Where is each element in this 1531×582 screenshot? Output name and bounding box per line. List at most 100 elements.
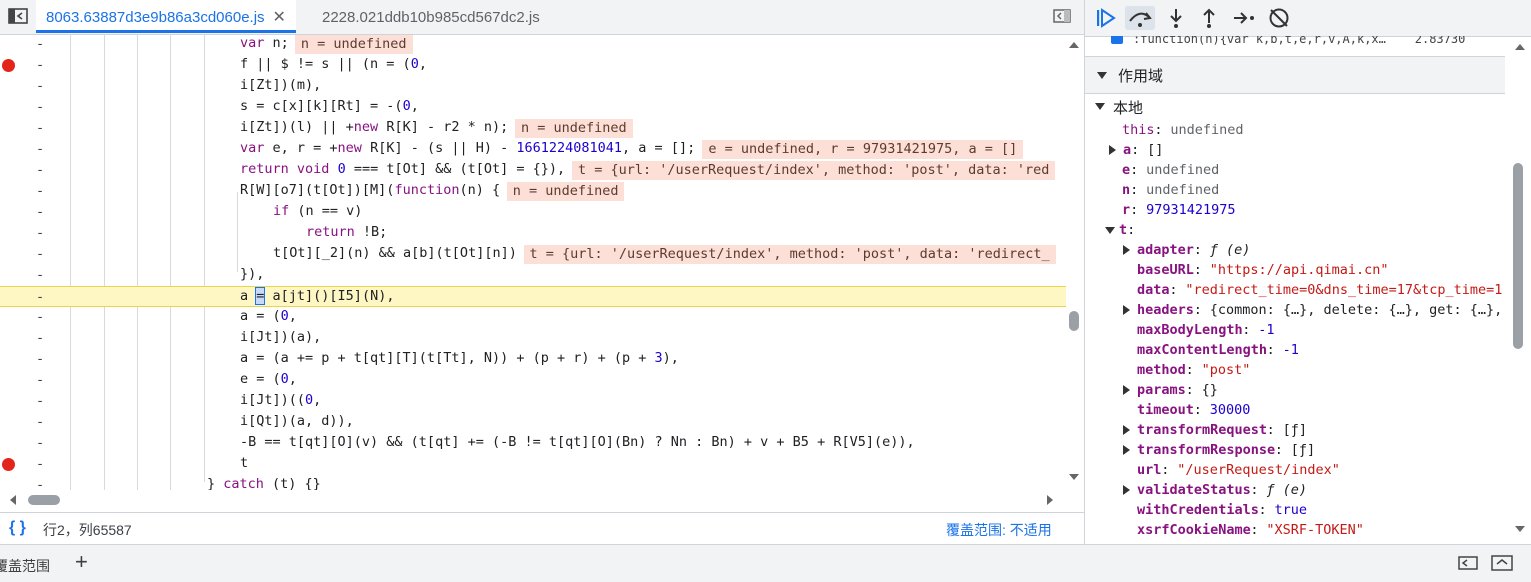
- resume-icon[interactable]: [1094, 6, 1118, 30]
- source-editor-pane: 8063.63887d3e9b86a3cd060e.js ✕ 2228.021dd…: [0, 0, 1085, 545]
- line-number[interactable]: -: [36, 99, 44, 115]
- editor-horizontal-scrollbar[interactable]: [0, 490, 1066, 510]
- variable-name: adapter: [1137, 242, 1194, 258]
- horizontal-scroll-thumb[interactable]: [28, 495, 60, 505]
- line-number[interactable]: -: [36, 289, 44, 305]
- scroll-down-icon[interactable]: [1068, 472, 1080, 482]
- step-out-icon[interactable]: [1197, 6, 1221, 30]
- code-text: a = a[jt]()[I5](N),: [240, 287, 395, 305]
- coverage-status[interactable]: 覆盖范围: 不适用: [946, 520, 1052, 540]
- tab-active-file[interactable]: 8063.63887d3e9b86a3cd060e.js ✕: [36, 0, 296, 33]
- code-line[interactable]: - var n; n = undefined: [0, 34, 1066, 55]
- tab-close-icon[interactable]: ✕: [273, 9, 286, 26]
- step-over-icon[interactable]: [1125, 6, 1155, 30]
- inline-variable-value: t = {url: '/userRequest/index', method: …: [523, 245, 1056, 264]
- code-line[interactable]: - a = a[jt]()[I5](N),: [0, 286, 1066, 307]
- code-line[interactable]: -} catch (t) {}: [0, 475, 1066, 490]
- code-line[interactable]: - i[Zt])(m),: [0, 76, 1066, 97]
- add-tab-button[interactable]: +: [75, 549, 88, 575]
- chevron-right-icon[interactable]: [1123, 245, 1130, 255]
- scroll-right-icon[interactable]: [1045, 494, 1055, 506]
- chevron-right-icon[interactable]: [1123, 425, 1130, 435]
- code-line[interactable]: - a = (a += p + t[qt][T](t[Tt], N)) + (p …: [0, 349, 1066, 370]
- chevron-down-icon[interactable]: [1105, 227, 1115, 234]
- breakpoint-icon[interactable]: [2, 458, 15, 471]
- scope-section-header[interactable]: 作用域: [1085, 56, 1505, 94]
- tab-second-file[interactable]: 2228.021ddb10b985cd567dc2.js: [312, 0, 550, 33]
- code-text: i[Zt])(l) || +new R[K] - r2 * n);: [240, 119, 509, 135]
- line-number[interactable]: -: [36, 246, 44, 262]
- code-line[interactable]: - i[Zt])(l) || +new R[K] - r2 * n); n = un…: [0, 118, 1066, 139]
- code-area[interactable]: - var n; n = undefined - f || $ != s || (n =…: [0, 34, 1066, 490]
- debugger-toolbar: [1085, 0, 1531, 37]
- step-icon[interactable]: [1231, 6, 1255, 30]
- step-into-icon[interactable]: [1164, 6, 1188, 30]
- code-line[interactable]: - a = (0,: [0, 307, 1066, 328]
- line-number[interactable]: -: [36, 162, 44, 178]
- breakpoint-icon[interactable]: [2, 59, 15, 72]
- line-number[interactable]: -: [36, 351, 44, 367]
- line-number[interactable]: -: [36, 309, 44, 325]
- scroll-left-icon[interactable]: [8, 494, 18, 506]
- scroll-up-icon[interactable]: [1514, 42, 1526, 52]
- code-line[interactable]: - i[Jt])((0,: [0, 391, 1066, 412]
- call-stack-item[interactable]: :function(n){var k,b,t,e,r,v,A,k,x… 2.83…: [1085, 36, 1505, 50]
- code-line[interactable]: - R[W][o7](t[Ot])[M](function(n) {n = und…: [0, 181, 1066, 202]
- line-number[interactable]: -: [36, 414, 44, 430]
- code-line[interactable]: - t[Ot][_2](n) && a[b](t[Ot][n]) t = {url:…: [0, 244, 1066, 265]
- chevron-right-icon[interactable]: [1123, 305, 1130, 315]
- inline-variable-value: e = undefined, r = 97931421975, a = []: [702, 140, 1024, 159]
- code-line[interactable]: - -B == t[qt][O](v) && (t[qt] += (-B != t…: [0, 433, 1066, 454]
- sidebar-scroll-thumb[interactable]: [1513, 163, 1523, 349]
- dock-icon[interactable]: [1458, 555, 1478, 574]
- inline-variable-value: t = {url: '/userRequest/index', method: …: [572, 161, 1056, 180]
- checkbox-icon[interactable]: [1111, 36, 1123, 44]
- code-line[interactable]: - f || $ != s || (n = (0,: [0, 55, 1066, 76]
- line-number[interactable]: -: [36, 267, 44, 283]
- navigator-toggle-icon[interactable]: [8, 8, 28, 24]
- code-line[interactable]: -t: [0, 454, 1066, 475]
- code-line[interactable]: - if (n == v): [0, 202, 1066, 223]
- expand-drawer-icon[interactable]: [1491, 555, 1513, 574]
- line-number[interactable]: -: [36, 225, 44, 241]
- line-number[interactable]: -: [36, 435, 44, 451]
- local-scope-header[interactable]: 本地: [1085, 96, 1505, 117]
- chevron-right-icon[interactable]: [1123, 485, 1130, 495]
- separator: :: [1161, 462, 1170, 478]
- separator: :: [1130, 202, 1139, 218]
- line-number[interactable]: -: [36, 36, 44, 52]
- code-line[interactable]: - return !B;: [0, 223, 1066, 244]
- code-text: var e, r = +new R[K] - (s || H) - 166122…: [240, 140, 696, 156]
- variable-name: n: [1122, 182, 1131, 198]
- line-number[interactable]: -: [36, 141, 44, 157]
- code-text: a = (0,: [240, 308, 297, 324]
- chevron-right-icon[interactable]: [1109, 145, 1116, 155]
- code-line[interactable]: - i[Jt])(a),: [0, 328, 1066, 349]
- variable-value: [ƒ]: [1282, 422, 1307, 438]
- toggle-debugger-icon[interactable]: [1053, 9, 1071, 23]
- line-number[interactable]: -: [36, 456, 44, 472]
- deactivate-breakpoints-icon[interactable]: [1267, 6, 1291, 30]
- line-number[interactable]: -: [36, 120, 44, 136]
- code-line[interactable]: -}),: [0, 265, 1066, 286]
- line-number[interactable]: -: [36, 78, 44, 94]
- line-number[interactable]: -: [36, 183, 44, 199]
- line-number[interactable]: -: [36, 57, 44, 73]
- code-line[interactable]: - i[Qt])(a, d)),: [0, 412, 1066, 433]
- chevron-right-icon[interactable]: [1123, 445, 1130, 455]
- drawer-tab-coverage[interactable]: 覆盖范围: [0, 556, 50, 576]
- code-line[interactable]: - s = c[x][k][Rt] = -(0,: [0, 97, 1066, 118]
- line-number[interactable]: -: [36, 204, 44, 220]
- code-line[interactable]: - return void 0 === t[Ot] && (t[Ot] = {})…: [0, 160, 1066, 181]
- chevron-right-icon[interactable]: [1123, 385, 1130, 395]
- line-number[interactable]: -: [36, 330, 44, 346]
- line-number[interactable]: -: [36, 393, 44, 409]
- line-number[interactable]: -: [36, 372, 44, 388]
- line-number[interactable]: -: [36, 477, 44, 490]
- code-line[interactable]: - e = (0,: [0, 370, 1066, 391]
- scroll-up-icon[interactable]: [1068, 40, 1080, 50]
- scroll-down-icon[interactable]: [1514, 524, 1526, 534]
- code-line[interactable]: - var e, r = +new R[K] - (s || H) - 16612…: [0, 139, 1066, 160]
- editor-vertical-scrollbar[interactable]: [1069, 311, 1079, 331]
- pretty-print-button[interactable]: { }: [9, 519, 26, 537]
